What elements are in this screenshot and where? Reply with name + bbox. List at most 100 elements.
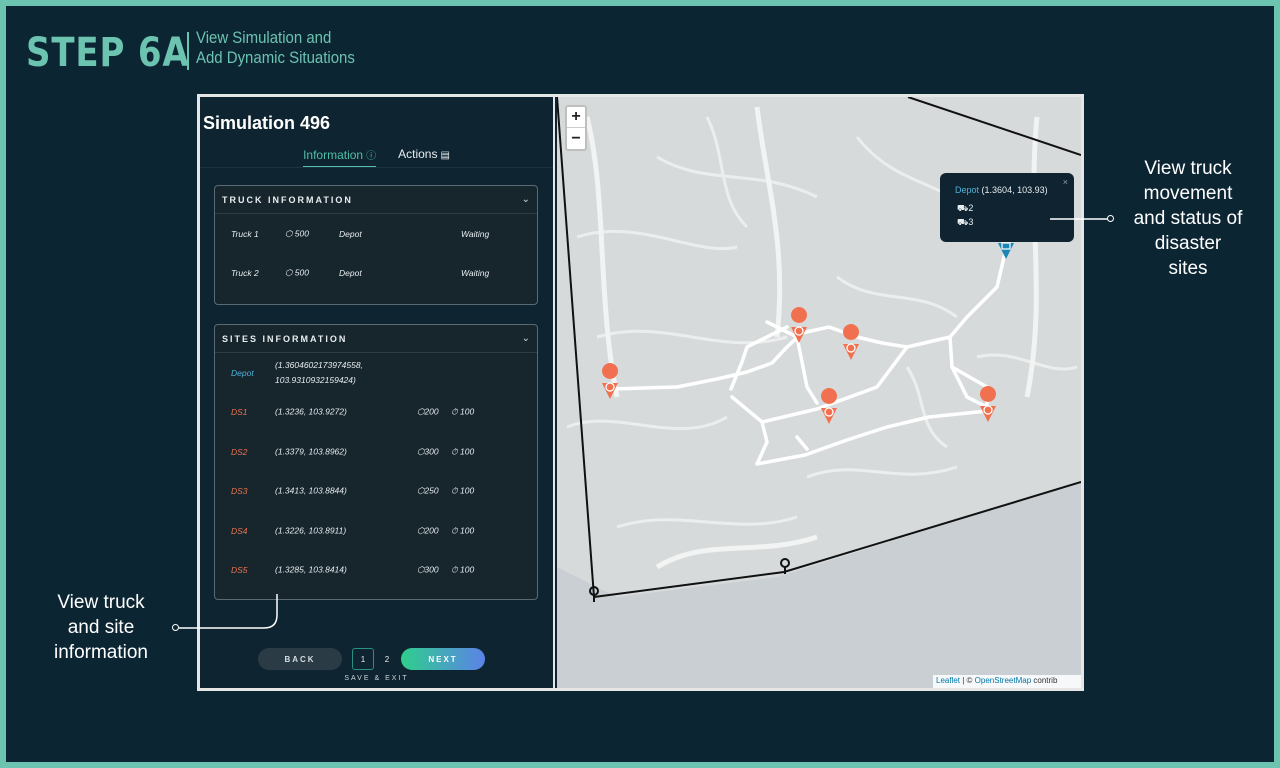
site-rows: DS1 (1.3236, 103.9272) ⬡200 ⏱ 100 DS2 (1.3379… xyxy=(215,393,537,591)
simulation-title: Simulation 496 xyxy=(203,113,331,133)
site-supply-value: 200 xyxy=(424,525,439,536)
site-name: DS3 xyxy=(231,486,248,497)
callout-right-line3: and status of xyxy=(1133,208,1243,229)
callout-right-line4: disaster xyxy=(1154,233,1222,254)
next-button[interactable]: NEXT xyxy=(401,648,485,670)
truck-icon: ⛟ xyxy=(957,203,969,213)
truck-icon: ⛟ xyxy=(957,217,969,227)
timer-icon: ⏱ xyxy=(451,525,458,536)
step-subtitle-line1: View Simulation and xyxy=(196,28,332,47)
leaflet-link[interactable]: Leaflet xyxy=(936,676,960,685)
truck-card-header[interactable]: TRUCK INFORMATION ⌄ xyxy=(215,186,537,214)
truck-name: Truck 1 xyxy=(231,228,259,239)
site-time: ⏱ 100 xyxy=(451,446,474,457)
close-icon[interactable]: × xyxy=(1063,177,1068,187)
callout-dot-left xyxy=(172,624,179,631)
site-supply-value: 250 xyxy=(424,485,439,496)
pager: BACK 1 2 NEXT xyxy=(200,648,553,674)
osm-link[interactable]: OpenStreetMap xyxy=(975,676,1031,685)
truck-card-title: TRUCK INFORMATION xyxy=(222,194,353,205)
site-coord: (1.3236, 103.9272) xyxy=(275,406,347,417)
site-row: DS5 (1.3285, 103.8414) ⬡300 ⏱ 100 xyxy=(215,551,537,591)
depot-popup: × Depot (1.3604, 103.93) ⛟2 ⛟3 xyxy=(940,173,1074,242)
site-time-value: 100 xyxy=(460,485,475,496)
truck-location: Depot xyxy=(339,268,362,279)
popup-coords: (1.3604, 103.93) xyxy=(981,185,1048,195)
chevron-down-icon[interactable]: ⌄ xyxy=(522,333,530,344)
callout-right: View truck movement and status of disast… xyxy=(1113,156,1263,281)
popup-trucks-a-value: 2 xyxy=(968,203,974,213)
truck-name: Truck 2 xyxy=(231,268,259,279)
truck-row: Truck 1 ⬡ 500 Depot Waiting xyxy=(215,214,537,254)
attribution-rest: contrib xyxy=(1031,676,1058,685)
truck-load: ⬡ 500 xyxy=(285,268,309,279)
truck-location: Depot xyxy=(339,228,362,239)
site-row: DS1 (1.3236, 103.9272) ⬡200 ⏱ 100 xyxy=(215,393,537,433)
site-name: DS5 xyxy=(231,565,248,576)
map-view[interactable]: + − × Depot (1.3604, 103.93) ⛟2 ⛟3 Leafl… xyxy=(557,97,1081,688)
site-time: ⏱ 100 xyxy=(451,407,474,418)
cube-icon: ⬡ xyxy=(285,228,293,239)
site-supply: ⬡300 xyxy=(417,565,439,576)
timer-icon: ⏱ xyxy=(451,406,458,417)
site-supply-value: 300 xyxy=(424,446,439,457)
site-coord-line1: (1.3604602173974558, xyxy=(275,359,363,370)
truck-status: Waiting xyxy=(461,228,490,239)
back-button[interactable]: BACK xyxy=(258,648,342,670)
site-coord: (1.3379, 103.8962) xyxy=(275,446,347,457)
tab-information-label: Information xyxy=(303,148,364,162)
popup-trucks-a: ⛟2 xyxy=(957,203,973,215)
site-name: DS1 xyxy=(231,407,248,418)
panel-tabs: Information ⓘ Actions ▤ xyxy=(200,147,553,168)
popup-trucks-b: ⛟3 xyxy=(957,217,973,229)
callout-right-line2: movement xyxy=(1143,183,1233,204)
popup-depot-name: Depot xyxy=(955,185,980,195)
site-supply: ⬡250 xyxy=(417,486,439,497)
timer-icon: ⏱ xyxy=(451,446,458,457)
step-title: STEP 6A xyxy=(26,30,190,76)
timer-icon: ⏱ xyxy=(451,485,458,496)
callout-left-line1: View truck xyxy=(57,592,145,613)
site-coord: (1.3226, 103.8911) xyxy=(275,525,347,536)
truck-load-value: 500 xyxy=(294,267,309,278)
site-coord-line2: 103.9310932159424) xyxy=(275,374,356,385)
tabs-divider xyxy=(200,167,553,168)
callout-left-line3: information xyxy=(54,642,148,663)
site-row: DS2 (1.3379, 103.8962) ⬡300 ⏱ 100 xyxy=(215,432,537,472)
site-time-value: 100 xyxy=(460,406,475,417)
site-name: DS4 xyxy=(231,525,248,536)
site-supply: ⬡200 xyxy=(417,407,439,418)
page-2-button[interactable]: 2 xyxy=(376,648,398,670)
sites-card-header[interactable]: SITES INFORMATION ⌄ xyxy=(215,325,537,353)
site-name: Depot xyxy=(231,367,254,378)
save-exit-link[interactable]: SAVE & EXIT xyxy=(200,675,553,682)
timer-icon: ⏱ xyxy=(451,564,458,575)
site-coord: (1.3413, 103.8844) xyxy=(275,485,347,496)
tab-information[interactable]: Information ⓘ xyxy=(303,147,377,168)
app-screenshot-frame: Simulation 496 Information ⓘ Actions ▤ TRU… xyxy=(197,94,1084,691)
info-icon: ⓘ xyxy=(366,151,377,162)
site-supply: ⬡200 xyxy=(417,525,439,536)
truck-status: Waiting xyxy=(461,268,490,279)
site-supply-value: 300 xyxy=(424,564,439,575)
site-time-value: 100 xyxy=(460,525,475,536)
popup-trucks-b-value: 3 xyxy=(968,217,974,227)
zoom-out-button[interactable]: − xyxy=(567,128,585,149)
page-1-button[interactable]: 1 xyxy=(352,648,374,670)
step-divider xyxy=(187,32,189,70)
cube-icon: ⬡ xyxy=(285,267,293,278)
tab-actions[interactable]: Actions ▤ xyxy=(398,147,450,168)
site-time-value: 100 xyxy=(460,446,475,457)
step-subtitle: View Simulation and Add Dynamic Situatio… xyxy=(196,28,355,68)
site-time-value: 100 xyxy=(460,564,475,575)
tab-actions-label: Actions xyxy=(398,147,438,161)
site-time: ⏱ 100 xyxy=(451,565,474,576)
zoom-in-button[interactable]: + xyxy=(567,107,585,128)
callout-left: View truck and site information xyxy=(31,590,171,665)
map-attribution: Leaflet | © OpenStreetMap contrib xyxy=(933,675,1081,688)
chevron-down-icon[interactable]: ⌄ xyxy=(522,194,530,205)
sites-information-card: SITES INFORMATION ⌄ Depot (1.36046021739… xyxy=(214,324,538,600)
site-coord: (1.3604602173974558, 103.9310932159424) xyxy=(275,358,415,388)
document-icon: ▤ xyxy=(440,150,450,161)
site-row: DS4 (1.3226, 103.8911) ⬡200 ⏱ 100 xyxy=(215,511,537,551)
